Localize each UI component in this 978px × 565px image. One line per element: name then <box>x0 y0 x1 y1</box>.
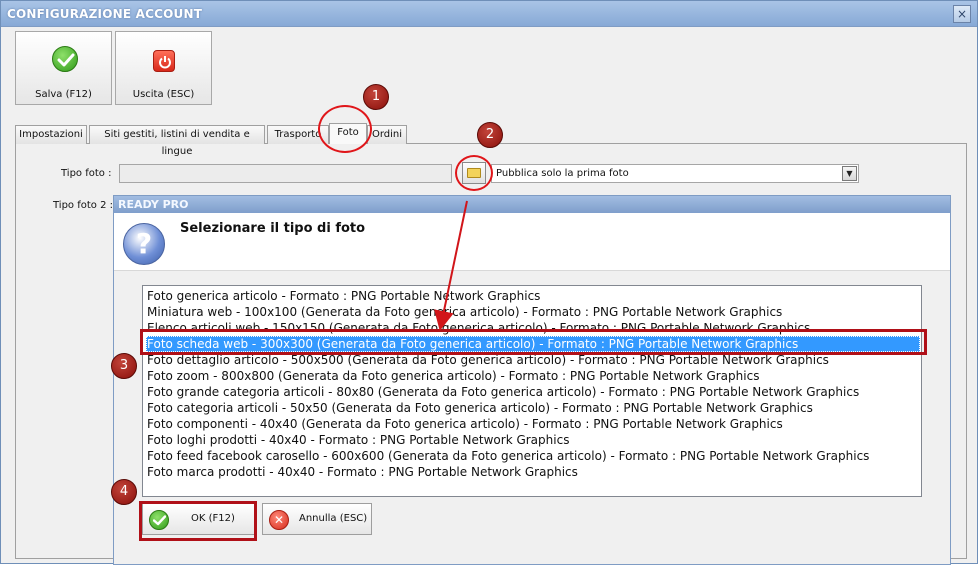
step-badge-2: 2 <box>477 122 503 148</box>
annotation-arrow <box>434 200 468 331</box>
configurazione-account-window: CONFIGURAZIONE ACCOUNT × Salva (F12) Usc… <box>0 0 978 565</box>
step-badge-3: 3 <box>111 353 137 379</box>
step-badge-1: 1 <box>363 84 389 110</box>
step-badge-4: 4 <box>111 479 137 505</box>
